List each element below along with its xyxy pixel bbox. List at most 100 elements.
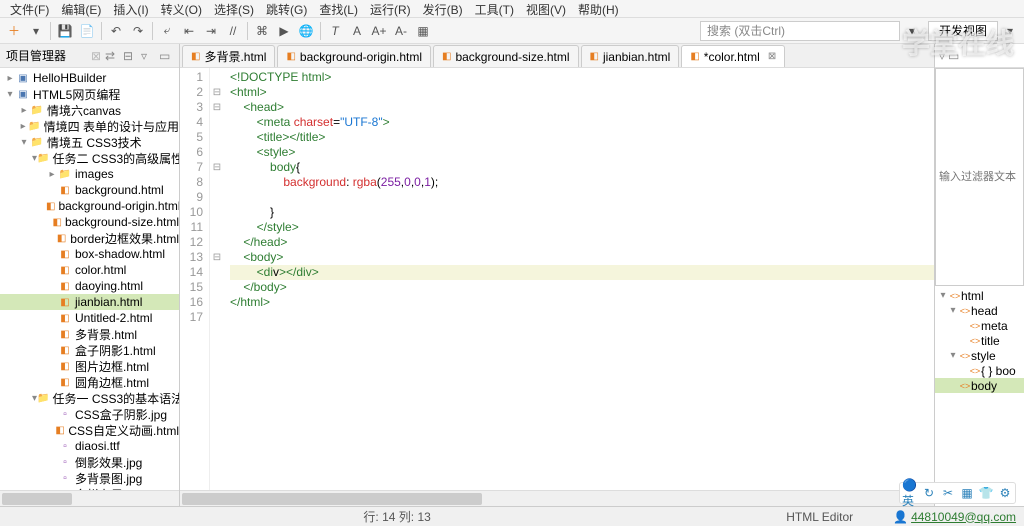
tree-item[interactable]: ◧color.html: [0, 262, 179, 278]
tool1-icon[interactable]: ↻: [921, 485, 937, 501]
redo-icon[interactable]: ↷: [128, 21, 148, 41]
search-dropdown-icon[interactable]: ▾: [902, 21, 922, 41]
outline-item[interactable]: ▾<>head: [935, 303, 1024, 318]
wrap-icon[interactable]: ⤶: [157, 21, 177, 41]
perspective-selector[interactable]: 开发视图: [928, 21, 998, 41]
run-icon[interactable]: ▶: [274, 21, 294, 41]
menu-item[interactable]: 转义(O): [155, 0, 208, 17]
fold-gutter[interactable]: ⊟⊟⊟⊟: [210, 68, 224, 490]
tree-item[interactable]: ▫倒影效果.jpg: [0, 454, 179, 470]
dropdown-icon[interactable]: ▾: [26, 21, 46, 41]
undo-icon[interactable]: ↶: [106, 21, 126, 41]
minimize-icon[interactable]: ▭: [159, 49, 173, 63]
view-menu-icon[interactable]: ▿: [141, 49, 155, 63]
zoom-in-icon[interactable]: A+: [369, 21, 389, 41]
sidebar-header: 项目管理器 ⊠ ⇄ ⊟ ▿ ▭: [0, 44, 179, 68]
menu-item[interactable]: 发行(B): [417, 0, 469, 17]
editor-tabs: ◧多背景.html◧background-origin.html◧backgro…: [180, 44, 934, 68]
tree-item[interactable]: ◧background-origin.html: [0, 198, 179, 214]
editor-tab[interactable]: ◧background-origin.html: [277, 45, 431, 67]
tree-item[interactable]: ▸📁情境六canvas: [0, 102, 179, 118]
tool2-icon[interactable]: ✂: [940, 485, 956, 501]
link-icon[interactable]: ⇄: [105, 49, 119, 63]
tree-item[interactable]: ▾📁任务一 CSS3的基本语法: [0, 390, 179, 406]
tree-item[interactable]: ▸▣HelloHBuilder: [0, 70, 179, 86]
tree-item[interactable]: ▫多背景图.jpg: [0, 470, 179, 486]
sidebar-scrollbar[interactable]: [0, 490, 179, 506]
tree-item[interactable]: ▸📁images: [0, 166, 179, 182]
menu-item[interactable]: 选择(S): [208, 0, 260, 17]
code-content[interactable]: <!DOCTYPE html><html> <head> <meta chars…: [224, 68, 934, 490]
tree-item[interactable]: ◧background.html: [0, 182, 179, 198]
tree-item[interactable]: ◧图片边框.html: [0, 358, 179, 374]
save-all-icon[interactable]: 📄: [77, 21, 97, 41]
format-icon[interactable]: ⌘: [252, 21, 272, 41]
tree-item[interactable]: ◧圆角边框.html: [0, 374, 179, 390]
menu-item[interactable]: 插入(I): [107, 0, 154, 17]
float-toolbar: 🔵英 ↻ ✂ ▦ 👕 ⚙: [899, 482, 1016, 504]
new-icon[interactable]: ＋: [4, 21, 24, 41]
tree-item[interactable]: ◧box-shadow.html: [0, 246, 179, 262]
tool4-icon[interactable]: 👕: [978, 485, 994, 501]
tree-item[interactable]: ▫diaosi.ttf: [0, 438, 179, 454]
outline-item[interactable]: ▾<>style: [935, 348, 1024, 363]
outdent-icon[interactable]: ⇤: [179, 21, 199, 41]
code-editor[interactable]: 1234567891011121314151617 ⊟⊟⊟⊟ <!DOCTYPE…: [180, 68, 934, 490]
menu-item[interactable]: 帮助(H): [572, 0, 625, 17]
outline-filter[interactable]: [935, 68, 1024, 286]
text-icon[interactable]: T: [325, 21, 345, 41]
outline-min-icon[interactable]: ▭: [948, 49, 959, 63]
editor-tab[interactable]: ◧*color.html⊠: [681, 45, 785, 67]
outline-item[interactable]: <>meta: [935, 318, 1024, 333]
menubar: 文件(F)编辑(E)插入(I)转义(O)选择(S)跳转(G)查找(L)运行(R)…: [0, 0, 1024, 18]
tree-item[interactable]: ◧多背景.html: [0, 326, 179, 342]
tree-item[interactable]: ▫CSS盒子阴影.jpg: [0, 406, 179, 422]
tree-item[interactable]: ▾▣HTML5网页编程: [0, 86, 179, 102]
palette-icon[interactable]: ▦: [413, 21, 433, 41]
tree-item[interactable]: ◧background-size.html: [0, 214, 179, 230]
ime-icon[interactable]: 🔵英: [902, 485, 918, 501]
tree-item[interactable]: ◧jianbian.html: [0, 294, 179, 310]
zoom-out-icon[interactable]: A-: [391, 21, 411, 41]
tool5-icon[interactable]: ⚙: [997, 485, 1013, 501]
tool3-icon[interactable]: ▦: [959, 485, 975, 501]
comment-icon[interactable]: //: [223, 21, 243, 41]
editor-tab[interactable]: ◧jianbian.html: [581, 45, 680, 67]
tree-item[interactable]: ◧Untitled-2.html: [0, 310, 179, 326]
tree-item[interactable]: ◧daoying.html: [0, 278, 179, 294]
save-icon[interactable]: 💾: [55, 21, 75, 41]
persp-more-icon[interactable]: ▾: [1000, 21, 1020, 41]
search-input[interactable]: 搜索 (双击Ctrl): [700, 21, 900, 41]
outline-item[interactable]: ▾<>html: [935, 288, 1024, 303]
menu-item[interactable]: 工具(T): [469, 0, 520, 17]
cursor-position: 行: 14 列: 13: [363, 508, 430, 525]
menu-item[interactable]: 运行(R): [364, 0, 417, 17]
tree-item[interactable]: ◧border边框效果.html: [0, 230, 179, 246]
collapse-icon[interactable]: ⊟: [123, 49, 137, 63]
menu-item[interactable]: 查找(L): [313, 0, 364, 17]
menu-item[interactable]: 视图(V): [520, 0, 572, 17]
menu-item[interactable]: 文件(F): [4, 0, 55, 17]
project-explorer: 项目管理器 ⊠ ⇄ ⊟ ▿ ▭ ▸▣HelloHBuilder▾▣HTML5网页…: [0, 44, 180, 506]
tree-item[interactable]: ▸📁情境四 表单的设计与应用: [0, 118, 179, 134]
editor-scrollbar[interactable]: [180, 490, 934, 506]
tree-item[interactable]: ▾📁情境五 CSS3技术: [0, 134, 179, 150]
tab-close-icon[interactable]: ⊠: [91, 49, 101, 63]
font-icon[interactable]: A: [347, 21, 367, 41]
outline-item[interactable]: <>{ } boo: [935, 363, 1024, 378]
project-tree[interactable]: ▸▣HelloHBuilder▾▣HTML5网页编程▸📁情境六canvas▸📁情…: [0, 68, 179, 490]
outline-item[interactable]: <>title: [935, 333, 1024, 348]
outline-menu-icon[interactable]: ▿: [939, 49, 945, 63]
editor-tab[interactable]: ◧多背景.html: [182, 45, 275, 67]
menu-item[interactable]: 编辑(E): [55, 0, 107, 17]
tree-item[interactable]: ◧CSS自定义动画.html: [0, 422, 179, 438]
outline-item[interactable]: <>body: [935, 378, 1024, 393]
tree-item[interactable]: ▾📁任务二 CSS3的高级属性: [0, 150, 179, 166]
editor-tab[interactable]: ◧background-size.html: [433, 45, 579, 67]
browser-icon[interactable]: 🌐: [296, 21, 316, 41]
tree-item[interactable]: ◧盒子阴影1.html: [0, 342, 179, 358]
outline-tree[interactable]: ▾<>html▾<>head<>meta<>title▾<>style<>{ }…: [935, 286, 1024, 506]
menu-item[interactable]: 跳转(G): [260, 0, 313, 17]
indent-icon[interactable]: ⇥: [201, 21, 221, 41]
user-email[interactable]: 44810049@qq.com: [911, 510, 1016, 524]
